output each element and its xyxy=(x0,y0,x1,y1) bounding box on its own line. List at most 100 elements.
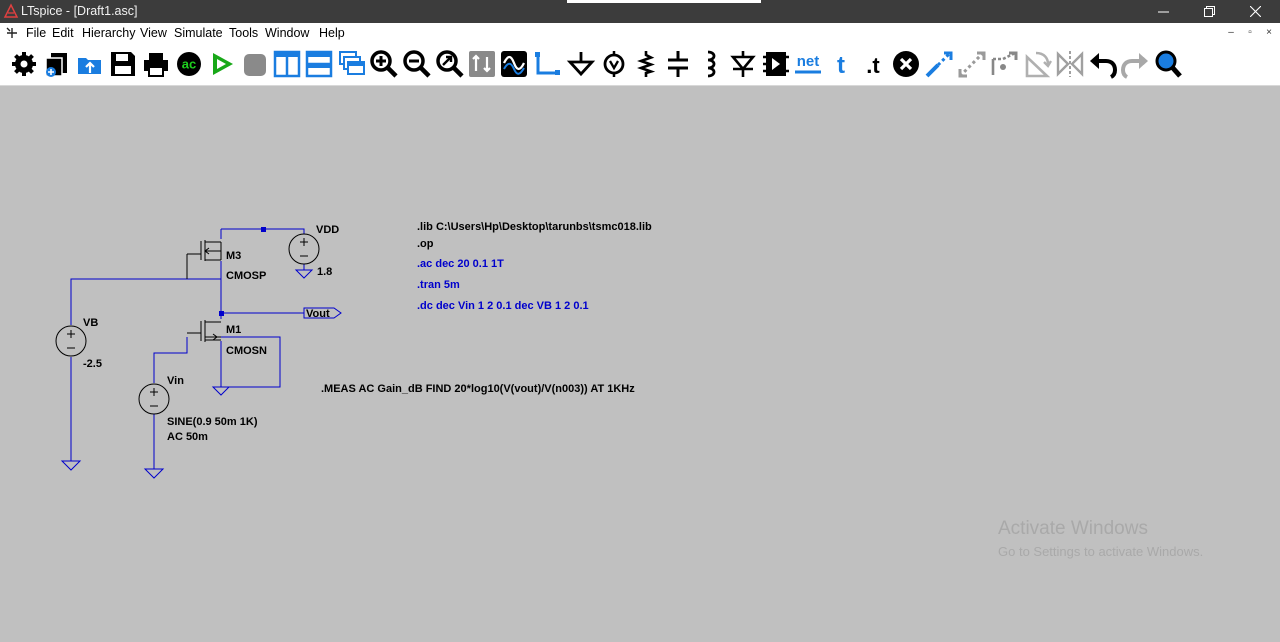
mdi-minimize-button[interactable]: – xyxy=(1224,27,1238,39)
menu-file[interactable]: File xyxy=(26,26,46,40)
zoom-fit-icon xyxy=(436,50,464,78)
svg-text:t: t xyxy=(837,52,845,79)
voltage-source-vb[interactable] xyxy=(55,325,87,357)
inductor-icon xyxy=(707,50,716,78)
find-button[interactable] xyxy=(1153,49,1183,79)
mirror-button[interactable] xyxy=(1055,49,1085,79)
directive-lib[interactable]: .lib C:\Users\Hp\Desktop\tarunbs\tsmc018… xyxy=(417,221,652,233)
run-button[interactable] xyxy=(207,49,237,79)
voltage-source-vdd[interactable] xyxy=(288,233,320,265)
window-title: LTspice - [Draft1.asc] xyxy=(21,4,138,18)
ground-symbol-m1 xyxy=(211,386,231,396)
svg-text:net: net xyxy=(797,53,820,70)
rotate-icon xyxy=(1025,51,1053,78)
draw-wire-button[interactable] xyxy=(533,49,563,79)
capacitor-icon xyxy=(668,51,688,77)
nmos-m1[interactable] xyxy=(187,320,221,342)
close-button[interactable] xyxy=(1233,0,1279,23)
resistor-icon xyxy=(637,51,656,77)
restore-button[interactable] xyxy=(1187,0,1233,23)
menu-tools[interactable]: Tools xyxy=(229,26,258,40)
redo-button[interactable] xyxy=(1120,49,1150,79)
pmos-m3[interactable] xyxy=(186,240,222,279)
menu-view[interactable]: View xyxy=(140,26,167,40)
menu-help[interactable]: Help xyxy=(319,26,345,40)
tile-horizontal-button[interactable] xyxy=(304,49,334,79)
directive-tran[interactable]: .tran 5m xyxy=(417,279,460,291)
ac-analysis-button[interactable]: ac xyxy=(174,49,204,79)
place-component-button[interactable] xyxy=(761,49,791,79)
voltage-source-vin[interactable] xyxy=(138,383,170,415)
text-icon: t xyxy=(837,52,845,79)
new-schematic-button[interactable] xyxy=(42,49,72,79)
drag-icon xyxy=(991,51,1018,75)
menu-bar: File Edit Hierarchy View Simulate Tools … xyxy=(0,23,1280,43)
activate-windows-subtext: Go to Settings to activate Windows. xyxy=(998,544,1204,559)
zoom-fit-button[interactable] xyxy=(435,49,465,79)
place-ground-button[interactable] xyxy=(566,49,596,79)
menu-edit[interactable]: Edit xyxy=(52,26,74,40)
place-diode-button[interactable] xyxy=(728,49,758,79)
ground-symbol-vb xyxy=(60,460,82,471)
m1-name-label: M1 xyxy=(226,324,241,336)
zoom-out-button[interactable] xyxy=(402,49,432,79)
minimize-button[interactable] xyxy=(1141,0,1187,23)
junction-dot xyxy=(261,227,266,232)
cascade-icon xyxy=(339,51,365,75)
duplicate-button[interactable] xyxy=(924,49,954,79)
move-button[interactable] xyxy=(957,49,987,79)
spice-directive-button[interactable]: .t xyxy=(858,49,888,79)
m1-model-label: CMOSN xyxy=(226,345,267,357)
autoscale-button[interactable] xyxy=(467,49,497,79)
restore-icon xyxy=(1204,6,1215,17)
save-button[interactable] xyxy=(108,49,138,79)
gear-icon xyxy=(12,52,36,76)
mdi-close-button[interactable]: × xyxy=(1262,27,1276,39)
undo-button[interactable] xyxy=(1088,49,1118,79)
cascade-button[interactable] xyxy=(337,49,367,79)
open-folder-icon xyxy=(78,58,101,74)
component-icon xyxy=(763,52,789,76)
ground-symbol-vdd xyxy=(294,269,314,279)
menu-simulate[interactable]: Simulate xyxy=(174,26,223,40)
tile-horizontal-icon xyxy=(305,50,333,78)
voltage-source-icon xyxy=(603,51,625,77)
menu-window[interactable]: Window xyxy=(265,26,309,40)
directive-ac[interactable]: .ac dec 20 0.1 1T xyxy=(417,258,504,270)
zoom-in-button[interactable] xyxy=(369,49,399,79)
tile-vertical-icon xyxy=(273,50,301,78)
place-resistor-button[interactable] xyxy=(631,49,661,79)
directive-op[interactable]: .op xyxy=(417,238,434,250)
delete-button[interactable] xyxy=(891,49,921,79)
directive-dc[interactable]: .dc dec Vin 1 2 0.1 dec VB 1 2 0.1 xyxy=(417,300,589,312)
floppy-icon xyxy=(111,52,135,76)
find-icon xyxy=(1155,50,1182,78)
schematic-doc-icon xyxy=(6,27,17,38)
svg-text:ac: ac xyxy=(182,57,196,72)
junction-dot xyxy=(219,311,224,316)
place-capacitor-button[interactable] xyxy=(663,49,693,79)
menu-hierarchy[interactable]: Hierarchy xyxy=(82,26,136,40)
halt-button[interactable] xyxy=(240,49,270,79)
wire-icon xyxy=(535,52,560,75)
place-inductor-button[interactable] xyxy=(696,49,726,79)
delete-icon xyxy=(893,51,919,77)
control-panel-button[interactable] xyxy=(9,49,39,79)
label-net-button[interactable]: net xyxy=(793,49,823,79)
drag-button[interactable] xyxy=(989,49,1019,79)
redo-icon xyxy=(1120,53,1148,79)
autoscale-icon xyxy=(469,51,495,77)
directive-meas[interactable]: .MEAS AC Gain_dB FIND 20*log10(V(vout)/V… xyxy=(321,383,635,395)
print-button[interactable] xyxy=(141,49,171,79)
vin-ac-label: AC 50m xyxy=(167,431,208,443)
waveform-button[interactable] xyxy=(499,49,529,79)
place-text-button[interactable]: t xyxy=(826,49,856,79)
rotate-button[interactable] xyxy=(1022,49,1053,79)
m3-model-label: CMOSP xyxy=(226,270,266,282)
place-voltage-button[interactable] xyxy=(599,49,629,79)
zoom-out-icon xyxy=(403,50,431,78)
tile-vertical-button[interactable] xyxy=(272,49,302,79)
printer-icon xyxy=(144,53,168,77)
mdi-restore-button[interactable]: ▫ xyxy=(1243,27,1257,39)
open-button[interactable] xyxy=(75,49,105,79)
